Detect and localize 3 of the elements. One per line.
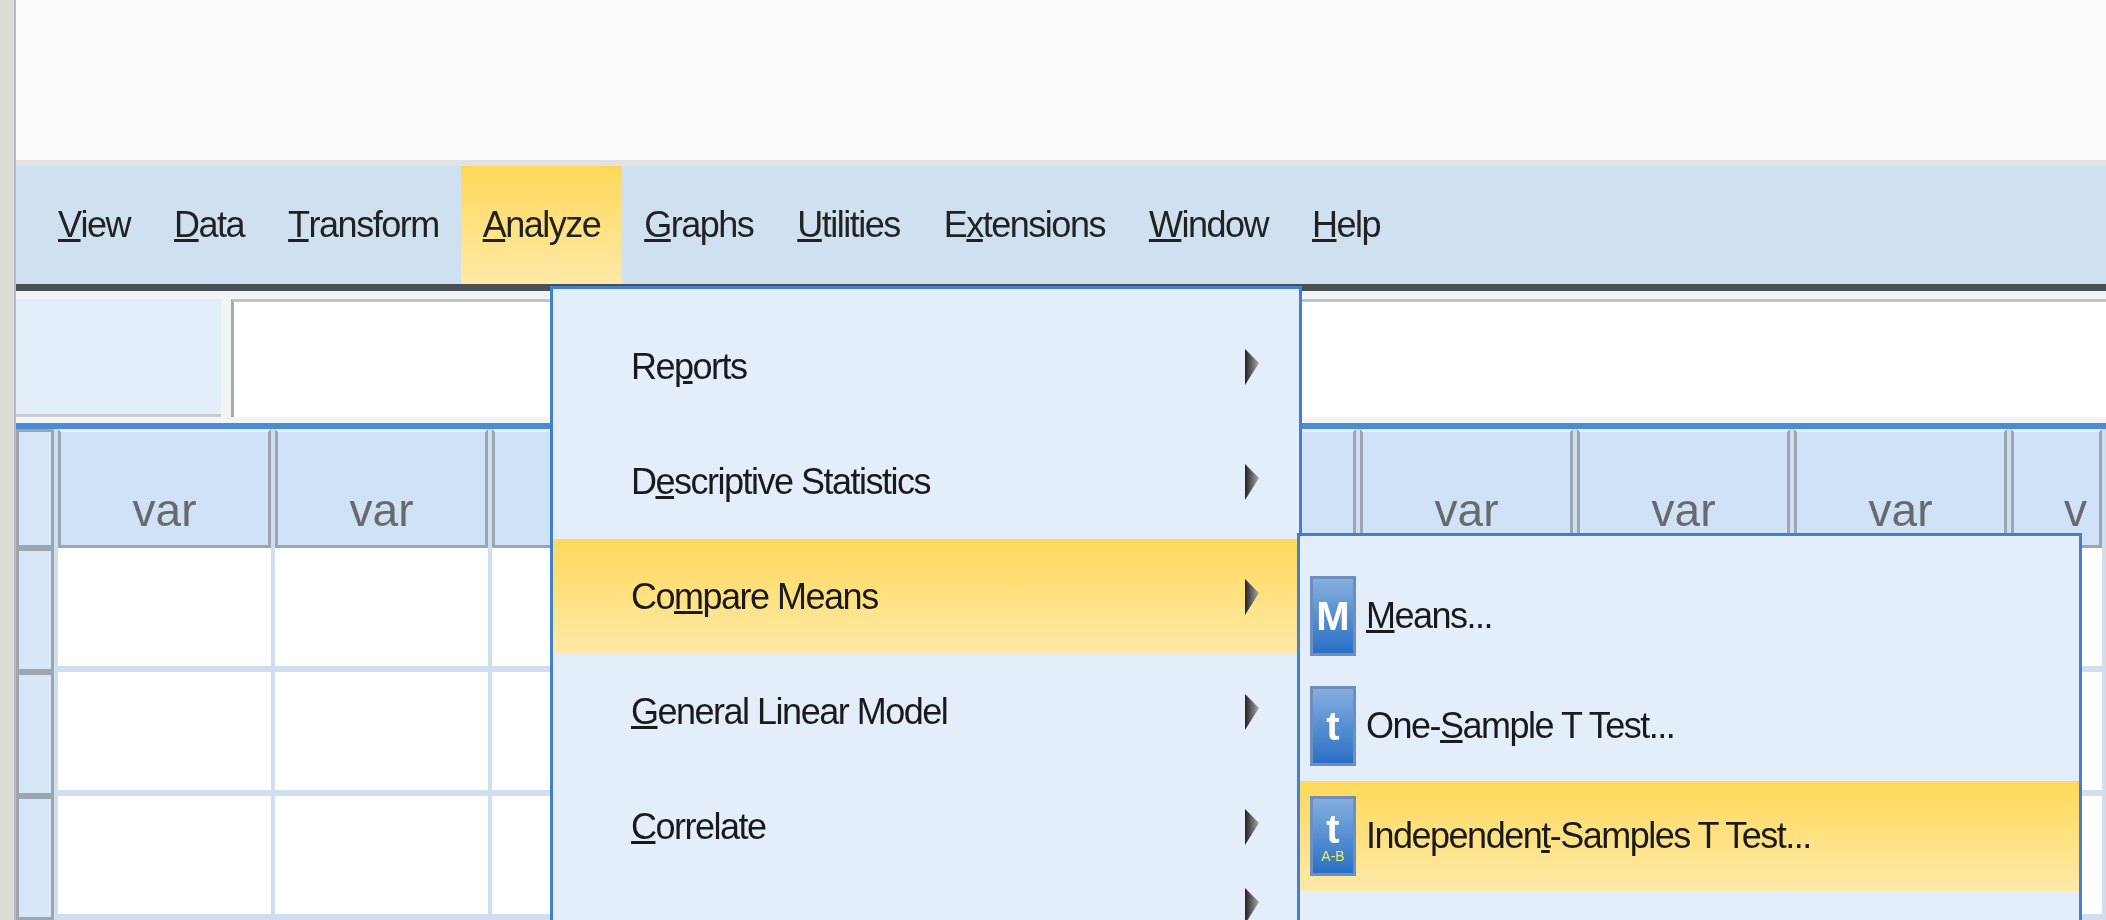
procedure-icon: M — [1310, 576, 1356, 656]
procedure-icon: t — [1310, 686, 1356, 766]
procedure-icon: t A-B — [1310, 796, 1356, 876]
